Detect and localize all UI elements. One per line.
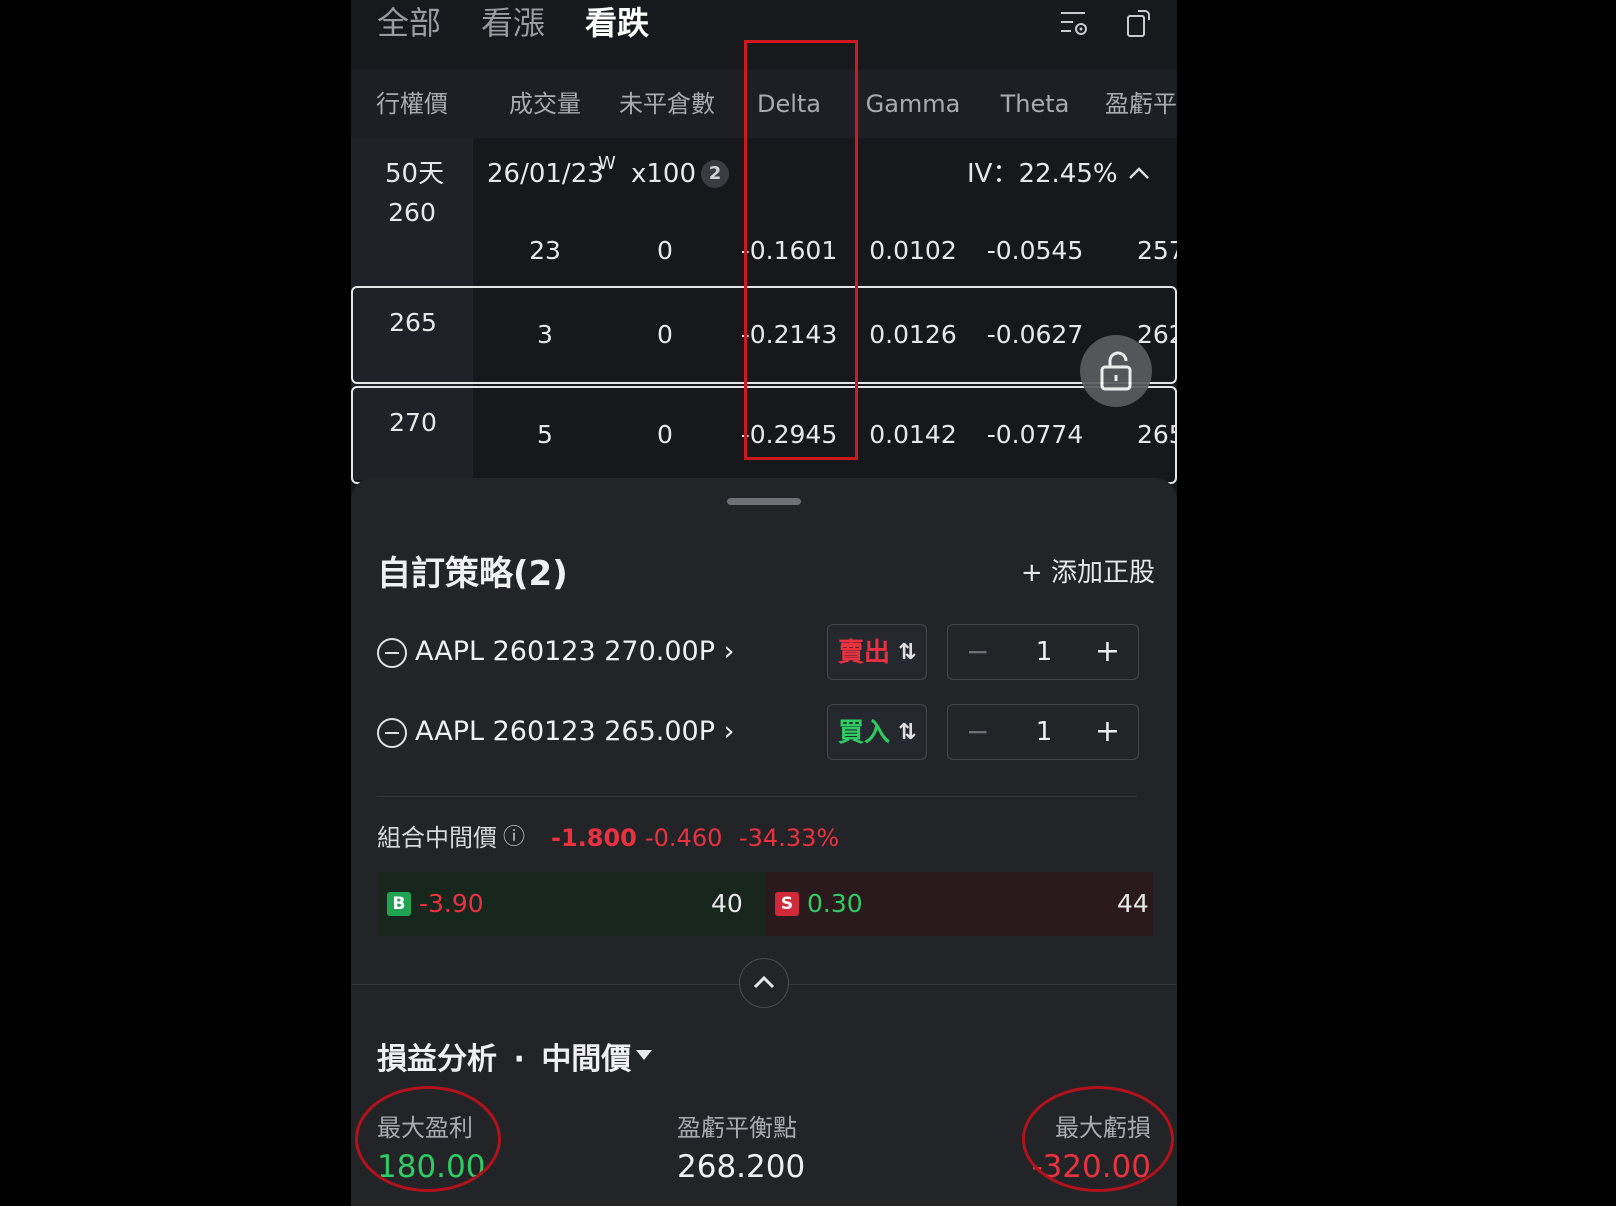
side-toggle-button[interactable]: 買入 ⇅ — [827, 704, 927, 760]
col-theta[interactable]: Theta — [973, 70, 1097, 138]
combo-change-pct: -34.33% — [739, 824, 840, 852]
side-toggle-button[interactable]: 賣出 ⇅ — [827, 624, 927, 680]
combo-change: -0.460 — [645, 824, 723, 852]
rotate-screen-icon[interactable] — [1123, 8, 1153, 38]
tab-puts[interactable]: 看跌 — [585, 0, 649, 46]
volume-cell: 3 — [537, 320, 553, 349]
plus-icon: + — [1020, 558, 1043, 588]
combo-label: 組合中間價 — [377, 824, 497, 852]
remove-leg-icon[interactable] — [377, 718, 407, 748]
increment-button[interactable]: + — [1095, 625, 1120, 679]
increment-button[interactable]: + — [1095, 705, 1120, 759]
swap-icon: ⇅ — [898, 720, 917, 745]
bid-price: -3.90 — [419, 889, 484, 918]
col-open-interest[interactable]: 未平倉數 — [603, 70, 731, 138]
strike-cell: 270 — [389, 408, 437, 437]
lock-button[interactable] — [1080, 335, 1152, 407]
col-strike[interactable]: 行權價 — [351, 70, 473, 138]
add-stock-label: 添加正股 — [1050, 558, 1155, 588]
oi-cell: 0 — [657, 420, 673, 449]
breakeven: 盈虧平衡點 268.200 — [677, 1108, 805, 1185]
list-settings-icon[interactable] — [1059, 8, 1089, 38]
col-breakeven[interactable]: 盈虧平 — [1105, 70, 1177, 138]
dropdown-caret-icon[interactable] — [636, 1050, 652, 1060]
volume-cell: 5 — [537, 420, 553, 449]
bid-ask-bar: B -3.90 40 S 0.30 44 — [377, 872, 1153, 936]
side-label: 賣出 — [838, 638, 891, 668]
bid-tag: B — [387, 892, 411, 916]
col-gamma[interactable]: Gamma — [851, 70, 975, 138]
strategy-title: 自訂策略(2) — [377, 554, 568, 594]
col-volume[interactable]: 成交量 — [483, 70, 607, 138]
side-label: 買入 — [838, 718, 891, 748]
chevron-right-icon: › — [723, 716, 735, 747]
add-stock-button[interactable]: + 添加正股 — [1021, 552, 1155, 589]
theta-cell: -0.0774 — [986, 420, 1084, 449]
strike-cell: 260 — [388, 198, 436, 227]
gamma-cell: 0.0142 — [869, 420, 957, 449]
oi-cell: 0 — [657, 320, 673, 349]
chevron-up-icon[interactable] — [1127, 162, 1151, 186]
collapse-button[interactable] — [739, 958, 789, 1008]
theta-cell: -0.0627 — [986, 320, 1084, 349]
gamma-cell: 0.0126 — [869, 320, 957, 349]
max-loss-circle — [1022, 1086, 1174, 1192]
ask-tag: S — [775, 892, 799, 916]
strategy-leg: AAPL 260123 265.00P › 買入 ⇅ − 1 + — [377, 704, 1167, 760]
swap-icon: ⇅ — [898, 640, 917, 665]
leg-name[interactable]: AAPL 260123 270.00P › — [415, 624, 734, 680]
breakeven-value: 268.200 — [677, 1149, 806, 1185]
ask-size: 44 — [1117, 889, 1149, 918]
bid-size: 40 — [711, 889, 743, 918]
breakeven-label: 盈虧平衡點 — [677, 1114, 797, 1142]
divider — [377, 796, 1137, 797]
chevron-up-icon — [753, 975, 775, 989]
expiry-badge: 2 — [701, 160, 729, 188]
quantity-stepper: − 1 + — [947, 704, 1139, 760]
quantity-stepper: − 1 + — [947, 624, 1139, 680]
strike-cell: 265 — [389, 308, 437, 337]
max-profit-circle — [355, 1086, 501, 1192]
delta-highlight-box — [744, 40, 858, 460]
ask-price: 0.30 — [807, 889, 863, 918]
chevron-right-icon: › — [723, 636, 735, 667]
leg-name[interactable]: AAPL 260123 265.00P › — [415, 704, 734, 760]
unlock-icon — [1100, 351, 1132, 391]
pl-analysis-title[interactable]: 損益分析 · 中間價 — [377, 1034, 631, 1078]
strategy-leg: AAPL 260123 270.00P › 賣出 ⇅ − 1 + — [377, 624, 1167, 680]
info-icon[interactable]: ⓘ — [503, 818, 525, 858]
combo-price: -1.800 — [551, 824, 637, 852]
remove-leg-icon[interactable] — [377, 638, 407, 668]
tab-calls[interactable]: 看漲 — [481, 0, 545, 46]
drag-handle[interactable] — [727, 498, 801, 505]
pl-mode: 中間價 — [541, 1042, 632, 1077]
tab-all[interactable]: 全部 — [377, 0, 441, 46]
